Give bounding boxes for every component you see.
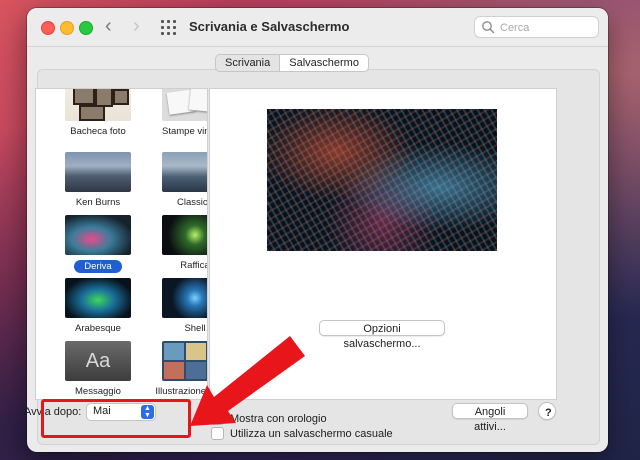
screensaver-thumbnail: Aa <box>65 341 131 381</box>
screensaver-thumbnail <box>65 89 131 121</box>
screensaver-label: Shell <box>184 323 206 334</box>
show-clock-row[interactable]: Mostra con orologio <box>211 412 327 425</box>
screensaver-thumbnail <box>65 152 131 192</box>
screensaver-thumbnail <box>65 215 131 255</box>
search-field[interactable] <box>474 16 599 38</box>
start-after-label: Avvia dopo: <box>24 406 82 418</box>
screensaver-item-bacheca-foto[interactable]: Bacheca foto <box>63 89 133 141</box>
screensaver-thumbnail <box>162 152 207 192</box>
search-input[interactable] <box>498 19 596 36</box>
tab-scrivania[interactable]: Scrivania <box>216 55 279 71</box>
random-screensaver-label: Utilizza un salvaschermo casuale <box>230 427 393 440</box>
screensaver-item-classico[interactable]: Classico <box>160 152 208 212</box>
close-window-button[interactable] <box>41 21 55 35</box>
screensaver-item-illustrazione-album[interactable]: Illustrazione album <box>155 341 207 399</box>
show-all-grid-icon[interactable] <box>161 20 176 35</box>
forward-chevron-icon[interactable]: › <box>133 16 140 36</box>
screensaver-label: Stampe vintage <box>161 126 207 137</box>
screensaver-item-raffica[interactable]: Raffica <box>160 215 208 275</box>
screensaver-label: Classico <box>177 197 208 208</box>
hot-corners-button[interactable]: Angoli attivi... <box>452 403 528 433</box>
help-button[interactable]: ? <box>538 402 556 420</box>
back-chevron-icon[interactable]: ‹ <box>105 16 112 36</box>
screensaver-thumbnail <box>162 215 207 255</box>
tab-bar: Scrivania Salvaschermo <box>215 54 369 72</box>
start-after-value: Mai <box>93 405 111 417</box>
screensaver-label: Deriva <box>74 260 122 273</box>
random-screensaver-checkbox[interactable] <box>211 427 224 440</box>
screensaver-label: Illustrazione album <box>155 386 207 397</box>
show-clock-checkbox[interactable] <box>211 412 224 425</box>
show-clock-label: Mostra con orologio <box>230 412 327 425</box>
tab-salvaschermo[interactable]: Salvaschermo <box>279 55 368 71</box>
screensaver-item-ken-burns[interactable]: Ken Burns <box>63 152 133 212</box>
zoom-window-button[interactable] <box>79 21 93 35</box>
title-bar: ‹ › Scrivania e Salvaschermo <box>27 8 608 47</box>
screensaver-item-shell[interactable]: Shell <box>160 278 207 338</box>
screensaver-item-messaggio[interactable]: Aa Messaggio <box>63 341 133 399</box>
screensaver-thumbnail <box>162 341 207 381</box>
screensaver-item-arabesque[interactable]: Arabesque <box>63 278 133 338</box>
screensaver-label: Raffica <box>180 260 208 271</box>
search-icon <box>482 21 495 34</box>
screensaver-label: Messaggio <box>75 386 121 397</box>
screensaver-item-stampe-vintage[interactable]: Stampe vintage <box>160 89 207 141</box>
screensaver-label: Bacheca foto <box>70 126 126 137</box>
minimize-window-button[interactable] <box>60 21 74 35</box>
start-after-select[interactable]: Mai ▲ ▼ <box>86 403 156 421</box>
screensaver-list[interactable]: Bacheca foto Stampe vintage Ken Burns Cl… <box>35 88 208 400</box>
screensaver-label: Ken Burns <box>75 197 121 208</box>
select-stepper-icon: ▲ ▼ <box>141 405 154 419</box>
window-title: Scrivania e Salvaschermo <box>189 19 350 34</box>
screensaver-label: Arabesque <box>75 323 121 334</box>
screensaver-item-deriva[interactable]: Deriva <box>63 215 133 275</box>
screensaver-thumbnail <box>162 278 207 318</box>
screensaver-thumbnail <box>162 89 207 121</box>
screensaver-thumbnail <box>65 278 131 318</box>
screensaver-options-button[interactable]: Opzioni salvaschermo... <box>319 320 445 350</box>
screensaver-preview-image <box>267 109 497 251</box>
random-screensaver-row[interactable]: Utilizza un salvaschermo casuale <box>211 427 393 440</box>
